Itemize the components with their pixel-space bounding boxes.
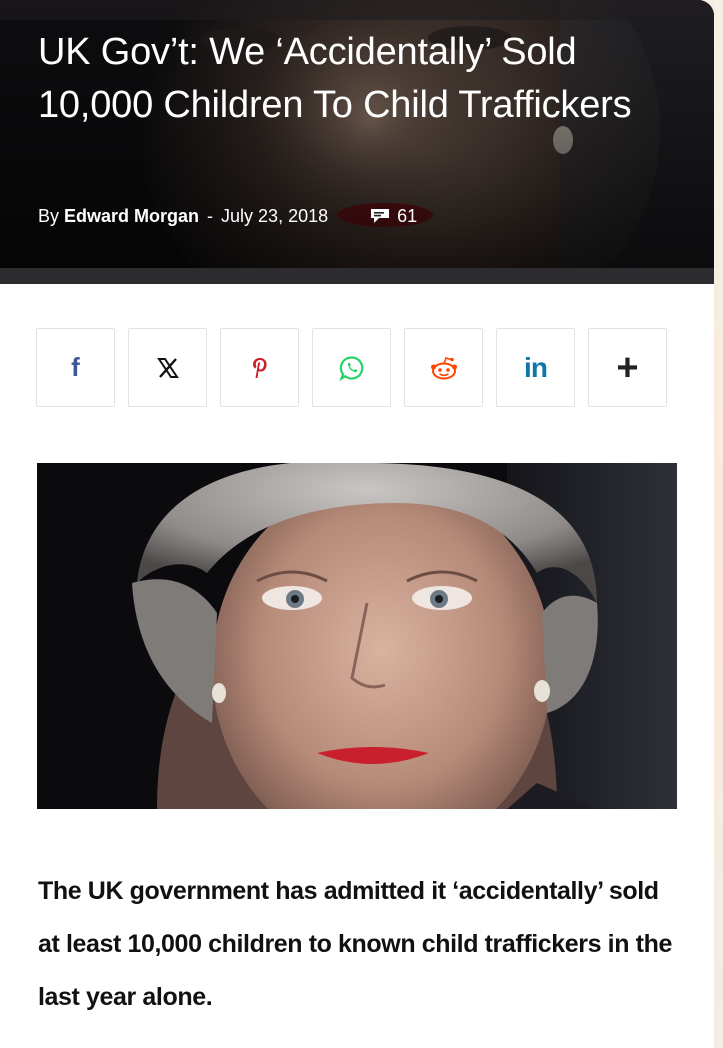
page-edge <box>714 0 723 1048</box>
article-card: UK Gov’t: We ‘Accidentally’ Sold 10,000 … <box>0 0 714 1048</box>
share-bar: f in + <box>36 328 667 407</box>
share-reddit-button[interactable] <box>404 328 483 407</box>
comment-count: 61 <box>397 205 418 226</box>
byline-separator: - <box>207 205 214 226</box>
speech-bubble-icon <box>371 209 390 223</box>
x-icon <box>156 357 179 378</box>
more-share-icon: + <box>616 346 639 389</box>
pinterest-icon <box>252 357 267 378</box>
article-lede: The UK government has admitted it ‘accid… <box>38 877 672 1011</box>
header-bottom-bar <box>0 268 714 284</box>
article-header: UK Gov’t: We ‘Accidentally’ Sold 10,000 … <box>0 0 714 284</box>
facebook-icon: f <box>71 352 80 382</box>
share-facebook-button[interactable]: f <box>36 328 115 407</box>
author-link[interactable]: Edward Morgan <box>64 206 199 227</box>
portrait-photo <box>37 463 677 809</box>
comments-link[interactable]: 61 <box>370 206 417 227</box>
featured-image <box>37 463 677 809</box>
share-x-button[interactable] <box>128 328 207 407</box>
share-linkedin-button[interactable]: in <box>496 328 575 407</box>
linkedin-icon: in <box>524 351 548 383</box>
publish-date: July 23, 2018 <box>221 205 329 226</box>
byline-prefix: By <box>38 205 60 226</box>
share-more-button[interactable]: + <box>588 328 667 407</box>
article-title: UK Gov’t: We ‘Accidentally’ Sold 10,000 … <box>38 31 632 126</box>
share-whatsapp-button[interactable] <box>312 328 391 407</box>
article-byline: By Edward Morgan - July 23, 2018 61 <box>38 203 417 229</box>
reddit-icon <box>430 356 457 379</box>
share-pinterest-button[interactable] <box>220 328 299 407</box>
whatsapp-icon <box>338 355 363 381</box>
